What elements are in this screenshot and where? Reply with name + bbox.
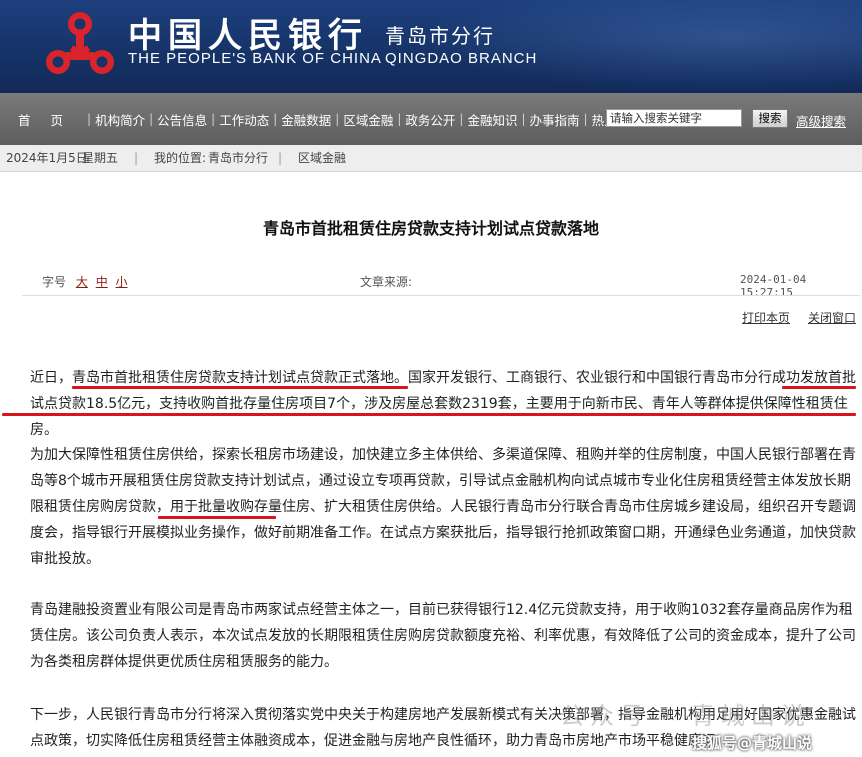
header-divider — [22, 295, 860, 296]
article-paragraph-2: 为加大保障性租赁住房供给，探索长租房市场建设，加快建立多主体供给、多渠道保障、租… — [30, 447, 856, 567]
article-source: 文章来源: — [360, 275, 413, 289]
search-button[interactable]: 搜索 — [752, 109, 788, 128]
watermark-text: 公众号 · 青城山说 — [560, 702, 811, 730]
font-size-large[interactable]: 大 — [76, 275, 88, 289]
nav-item-notices[interactable]: 公告信息 — [154, 110, 210, 129]
article-paragraph-3: 青岛建融投资置业有限公司是青岛市两家试点经营主体之一，目前已获得银行12.4亿元… — [30, 602, 856, 670]
pboc-logo-icon — [46, 12, 114, 74]
nav-item-about[interactable]: 机构简介 — [92, 110, 148, 129]
crumb-separator: | — [134, 151, 139, 165]
current-weekday: 星期五 — [82, 151, 119, 165]
nav-item-gov-affairs[interactable]: 政务公开 — [402, 110, 458, 129]
close-window-link[interactable]: 关闭窗口 — [808, 309, 856, 326]
font-size-small[interactable]: 小 — [116, 275, 128, 289]
current-date: 2024年1月5日 — [6, 151, 88, 165]
breadcrumb-bar: 2024年1月5日 星期五 | 我的位置: 青岛市分行 | 区域金融 — [0, 145, 862, 172]
nav-item-work-news[interactable]: 工作动态 — [216, 110, 272, 129]
watermark-credit: 搜狐号@青城山说 — [692, 734, 813, 752]
emphasis-underline — [782, 386, 856, 389]
nav-item-financial-data[interactable]: 金融数据 — [278, 110, 334, 129]
breadcrumb-item-branch[interactable]: 青岛市分行 — [208, 145, 268, 171]
crumb-separator: | — [278, 151, 283, 165]
advanced-search-link[interactable]: 高级搜索 — [796, 111, 846, 130]
nav-items: 首页 | 机构简介 | 公告信息 | 工作动态 | 金融数据 | 区域金融 | … — [0, 110, 645, 129]
emphasis-underline — [158, 516, 276, 519]
breadcrumb-item-regional[interactable]: 区域金融 — [298, 145, 346, 171]
site-banner: 中国人民银行 青岛市分行 THE PEOPLE'S BANK OF CHINA … — [0, 0, 862, 93]
article-paragraph-1: 近日，青岛市首批租赁住房贷款支持计划试点贷款正式落地。国家开发银行、工商银行、农… — [30, 370, 856, 438]
emphasis-underline — [2, 413, 856, 416]
nav-item-service-guide[interactable]: 办事指南 — [527, 110, 583, 129]
nav-item-financial-knowledge[interactable]: 金融知识 — [464, 110, 520, 129]
main-nav: 首页 | 机构简介 | 公告信息 | 工作动态 | 金融数据 | 区域金融 | … — [0, 93, 862, 145]
emphasis-underline — [72, 386, 408, 389]
nav-item-regional-finance[interactable]: 区域金融 — [340, 110, 396, 129]
font-size-label: 字号 — [42, 275, 67, 289]
nav-item-home[interactable]: 首页 — [10, 110, 86, 129]
font-size-control: 字号 大 中 小 — [42, 273, 128, 290]
article-title: 青岛市首批租赁住房贷款支持计划试点贷款落地 — [262, 219, 599, 238]
font-size-medium[interactable]: 中 — [96, 275, 108, 289]
search-input[interactable]: 请输入搜索关键字 — [606, 109, 742, 127]
branch-name-cn: 青岛市分行 — [385, 24, 495, 48]
location-label: 我的位置: — [154, 151, 207, 165]
print-link[interactable]: 打印本页 — [742, 309, 790, 326]
branch-name-en: QINGDAO BRANCH — [385, 50, 538, 67]
bank-name-en: THE PEOPLE'S BANK OF CHINA — [128, 50, 382, 67]
